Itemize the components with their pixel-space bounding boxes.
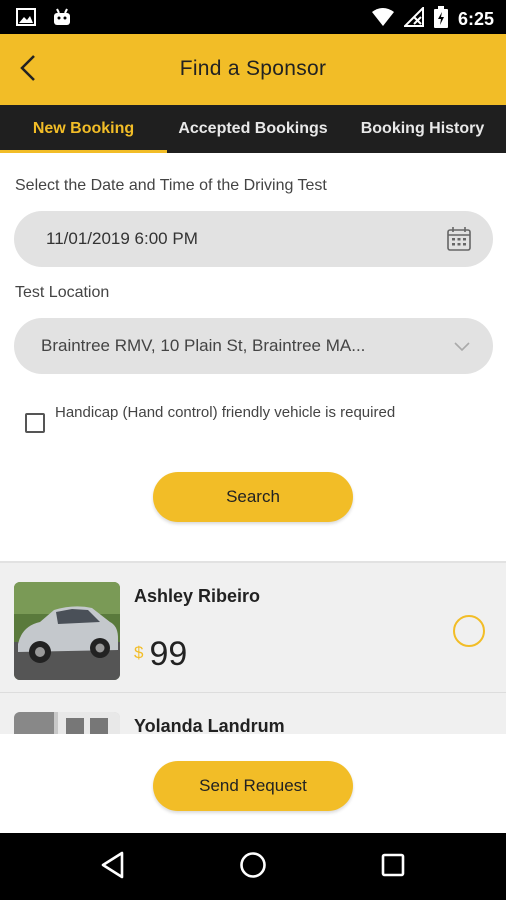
sponsor-card[interactable]: Yolanda Landrum <box>0 693 506 734</box>
wifi-icon <box>371 7 394 32</box>
date-label: Select the Date and Time of the Driving … <box>15 177 327 194</box>
sponsor-name: Yolanda Landrum <box>134 716 285 734</box>
sponsor-name: Ashley Ribeiro <box>134 586 261 606</box>
handicap-checkbox[interactable] <box>25 413 45 433</box>
tab-new-booking[interactable]: New Booking <box>0 105 167 153</box>
triangle-back-icon <box>100 851 126 884</box>
select-sponsor-radio[interactable] <box>453 615 485 647</box>
battery-charging-icon <box>433 6 448 33</box>
location-value: Braintree RMV, 10 Plain St, Braintree MA… <box>41 336 366 355</box>
calendar-icon[interactable] <box>445 225 473 253</box>
currency-symbol: $ <box>134 643 144 662</box>
system-nav-bar <box>0 833 506 900</box>
car-photo <box>14 712 120 734</box>
search-button[interactable]: Search <box>153 472 353 522</box>
status-time: 6:25 <box>457 9 494 29</box>
car-photo <box>14 582 120 680</box>
location-label: Test Location <box>15 284 110 301</box>
date-time-value: 11/01/2019 6:00 PM <box>46 229 198 248</box>
handicap-label: Handicap (Hand control) friendly vehicle… <box>55 404 396 421</box>
handicap-option: Handicap (Hand control) friendly vehicle… <box>25 403 435 433</box>
page-title: Find a Sponsor <box>179 57 327 80</box>
sponsor-list: Ashley Ribeiro $ 99 Yolanda Landrum <box>0 561 506 734</box>
circle-home-icon <box>239 851 267 884</box>
sponsor-card[interactable]: Ashley Ribeiro $ 99 <box>0 563 506 693</box>
date-time-field[interactable]: 11/01/2019 6:00 PM <box>14 211 493 267</box>
tab-bar: New Booking Accepted Bookings Booking Hi… <box>0 105 506 153</box>
chevron-down-icon <box>451 335 473 357</box>
nav-back-button[interactable] <box>96 850 130 884</box>
nav-home-button[interactable] <box>236 850 270 884</box>
tab-booking-history[interactable]: Booking History <box>339 105 506 153</box>
tab-accepted-bookings[interactable]: Accepted Bookings <box>167 105 339 153</box>
send-request-button[interactable]: Send Request <box>153 761 353 811</box>
nav-recents-button[interactable] <box>376 850 410 884</box>
price: $ 99 <box>134 635 187 674</box>
image-icon <box>16 7 36 32</box>
location-dropdown[interactable]: Braintree RMV, 10 Plain St, Braintree MA… <box>14 318 493 374</box>
price-value: 99 <box>149 635 188 673</box>
no-signal-icon <box>402 5 424 32</box>
status-bar: 6:25 <box>0 0 506 34</box>
square-recents-icon <box>380 852 406 883</box>
android-icon <box>52 7 72 32</box>
app-bar: Find a Sponsor <box>0 34 506 105</box>
